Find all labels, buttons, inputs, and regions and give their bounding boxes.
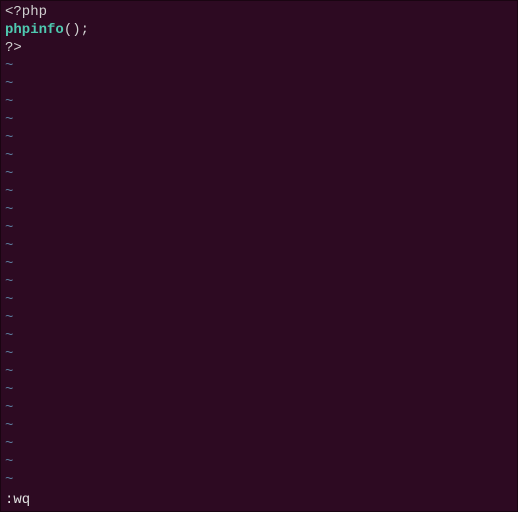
empty-line-tilde: ~ [5,165,513,183]
empty-line-tilde: ~ [5,93,513,111]
empty-line-tilde: ~ [5,327,513,345]
empty-line-tilde: ~ [5,75,513,93]
command-text: :wq [5,492,30,508]
code-line-3: ?> [5,39,513,57]
php-close-tag: ?> [5,40,22,56]
empty-line-tilde: ~ [5,345,513,363]
empty-line-tilde: ~ [5,129,513,147]
empty-line-tilde: ~ [5,471,513,489]
empty-line-tilde: ~ [5,111,513,129]
empty-line-tilde: ~ [5,417,513,435]
code-line-1: <?php [5,3,513,21]
empty-line-tilde: ~ [5,147,513,165]
php-open-tag: <?php [5,4,47,20]
empty-line-tilde: ~ [5,435,513,453]
php-semicolon: ; [81,22,89,38]
empty-line-tilde: ~ [5,363,513,381]
empty-line-tilde: ~ [5,273,513,291]
empty-line-tilde: ~ [5,237,513,255]
php-parentheses: () [64,22,81,38]
vim-editor-area[interactable]: <?php phpinfo(); ?> ~~~~~~~~~~~~~~~~~~~~… [1,1,517,491]
empty-lines-area: ~~~~~~~~~~~~~~~~~~~~~~~~ [5,57,513,489]
empty-line-tilde: ~ [5,309,513,327]
empty-line-tilde: ~ [5,183,513,201]
empty-line-tilde: ~ [5,453,513,471]
php-function: phpinfo [5,22,64,38]
empty-line-tilde: ~ [5,255,513,273]
code-line-2: phpinfo(); [5,21,513,39]
empty-line-tilde: ~ [5,381,513,399]
empty-line-tilde: ~ [5,291,513,309]
vim-command-line[interactable]: :wq [5,491,30,509]
empty-line-tilde: ~ [5,201,513,219]
empty-line-tilde: ~ [5,399,513,417]
empty-line-tilde: ~ [5,219,513,237]
empty-line-tilde: ~ [5,57,513,75]
